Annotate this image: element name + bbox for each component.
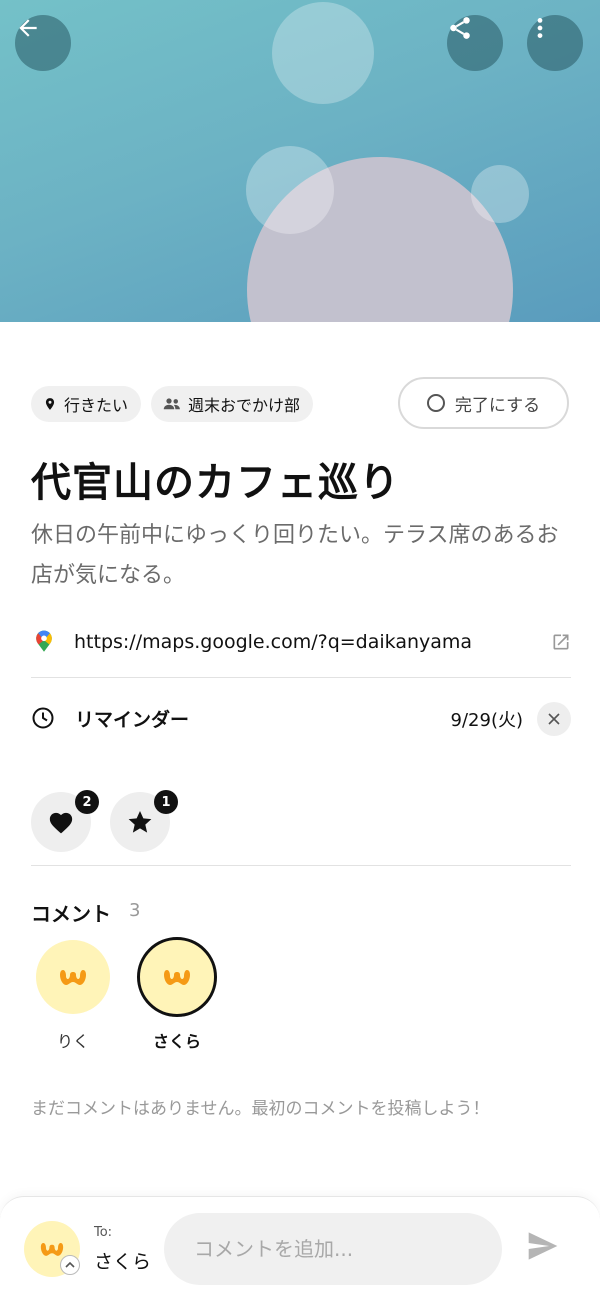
heart-reaction-button[interactable]: 2 — [31, 790, 99, 852]
external-link-icon[interactable] — [551, 632, 571, 652]
comment-user-sakura[interactable]: さくら — [137, 937, 217, 1052]
comments-count: 3 — [129, 900, 141, 921]
more-options-button[interactable] — [527, 15, 583, 71]
back-button[interactable] — [15, 15, 71, 71]
clock-icon — [32, 707, 54, 729]
tag-want-to-go[interactable]: 行きたい — [31, 386, 142, 422]
tag-label: 行きたい — [64, 396, 129, 415]
comment-input[interactable] — [164, 1213, 502, 1285]
more-vertical-icon — [537, 18, 543, 38]
user-name: りく — [56, 1032, 89, 1051]
group-icon — [163, 398, 180, 410]
circle-outline-icon — [426, 394, 445, 412]
mark-done-label: 完了にする — [454, 395, 541, 416]
link-url[interactable]: https://maps.google.com/?q=daikanyama — [74, 631, 472, 653]
mark-done-button[interactable]: 完了にする — [398, 377, 569, 429]
send-icon[interactable] — [526, 1231, 560, 1261]
tag-list: 行きたい 週末おでかけ部 — [31, 386, 314, 422]
link-row[interactable]: https://maps.google.com/?q=daikanyama — [31, 622, 571, 662]
item-title: 代官山のカフェ巡り — [31, 460, 400, 506]
google-maps-icon — [36, 630, 52, 652]
avatar — [147, 947, 207, 1007]
share-icon — [450, 17, 470, 39]
comment-composer: To: さくら — [0, 1196, 600, 1300]
share-button[interactable] — [447, 15, 503, 71]
hero-image — [0, 0, 600, 322]
location-pin-icon — [45, 398, 55, 410]
heart-count-badge: 2 — [75, 790, 99, 814]
star-count-badge: 1 — [154, 790, 178, 814]
clear-reminder-button[interactable] — [537, 702, 571, 736]
tag-label: 週末おでかけ部 — [188, 396, 301, 415]
reminder-date[interactable]: 9/29(火) — [451, 706, 523, 732]
avatar-face-icon — [40, 1243, 64, 1256]
comments-heading: コメント — [31, 902, 111, 926]
star-reaction-button[interactable]: 1 — [110, 790, 178, 852]
reminder-row[interactable]: リマインダー 9/29(火) — [31, 698, 571, 738]
divider — [31, 865, 571, 866]
avatar — [36, 940, 110, 1014]
user-name: さくら — [152, 1032, 201, 1051]
comment-user-riku[interactable]: りく — [33, 940, 113, 1052]
divider — [31, 677, 571, 678]
hero-illustration — [246, 2, 529, 322]
close-icon — [548, 713, 560, 725]
item-description: 休日の午前中にゆっくり回りたい。テラス席のあるお店が気になる。 — [31, 523, 559, 588]
empty-comments-text: まだコメントはありません。最初のコメントを投稿しよう！ — [31, 1099, 490, 1119]
star-icon — [128, 810, 152, 833]
avatar-selected — [137, 937, 217, 1017]
tag-group[interactable]: 週末おでかけ部 — [151, 386, 314, 422]
heart-icon — [49, 812, 73, 834]
recipient-label: To: — [94, 1225, 113, 1240]
avatar-face-icon — [60, 970, 86, 985]
recipient-name[interactable]: さくら — [94, 1247, 151, 1274]
arrow-left-icon — [19, 19, 37, 37]
recipient-toggle[interactable] — [60, 1255, 80, 1275]
chevron-up-icon — [65, 1261, 75, 1268]
avatar-face-icon — [164, 970, 190, 985]
reminder-label: リマインダー — [75, 708, 190, 731]
